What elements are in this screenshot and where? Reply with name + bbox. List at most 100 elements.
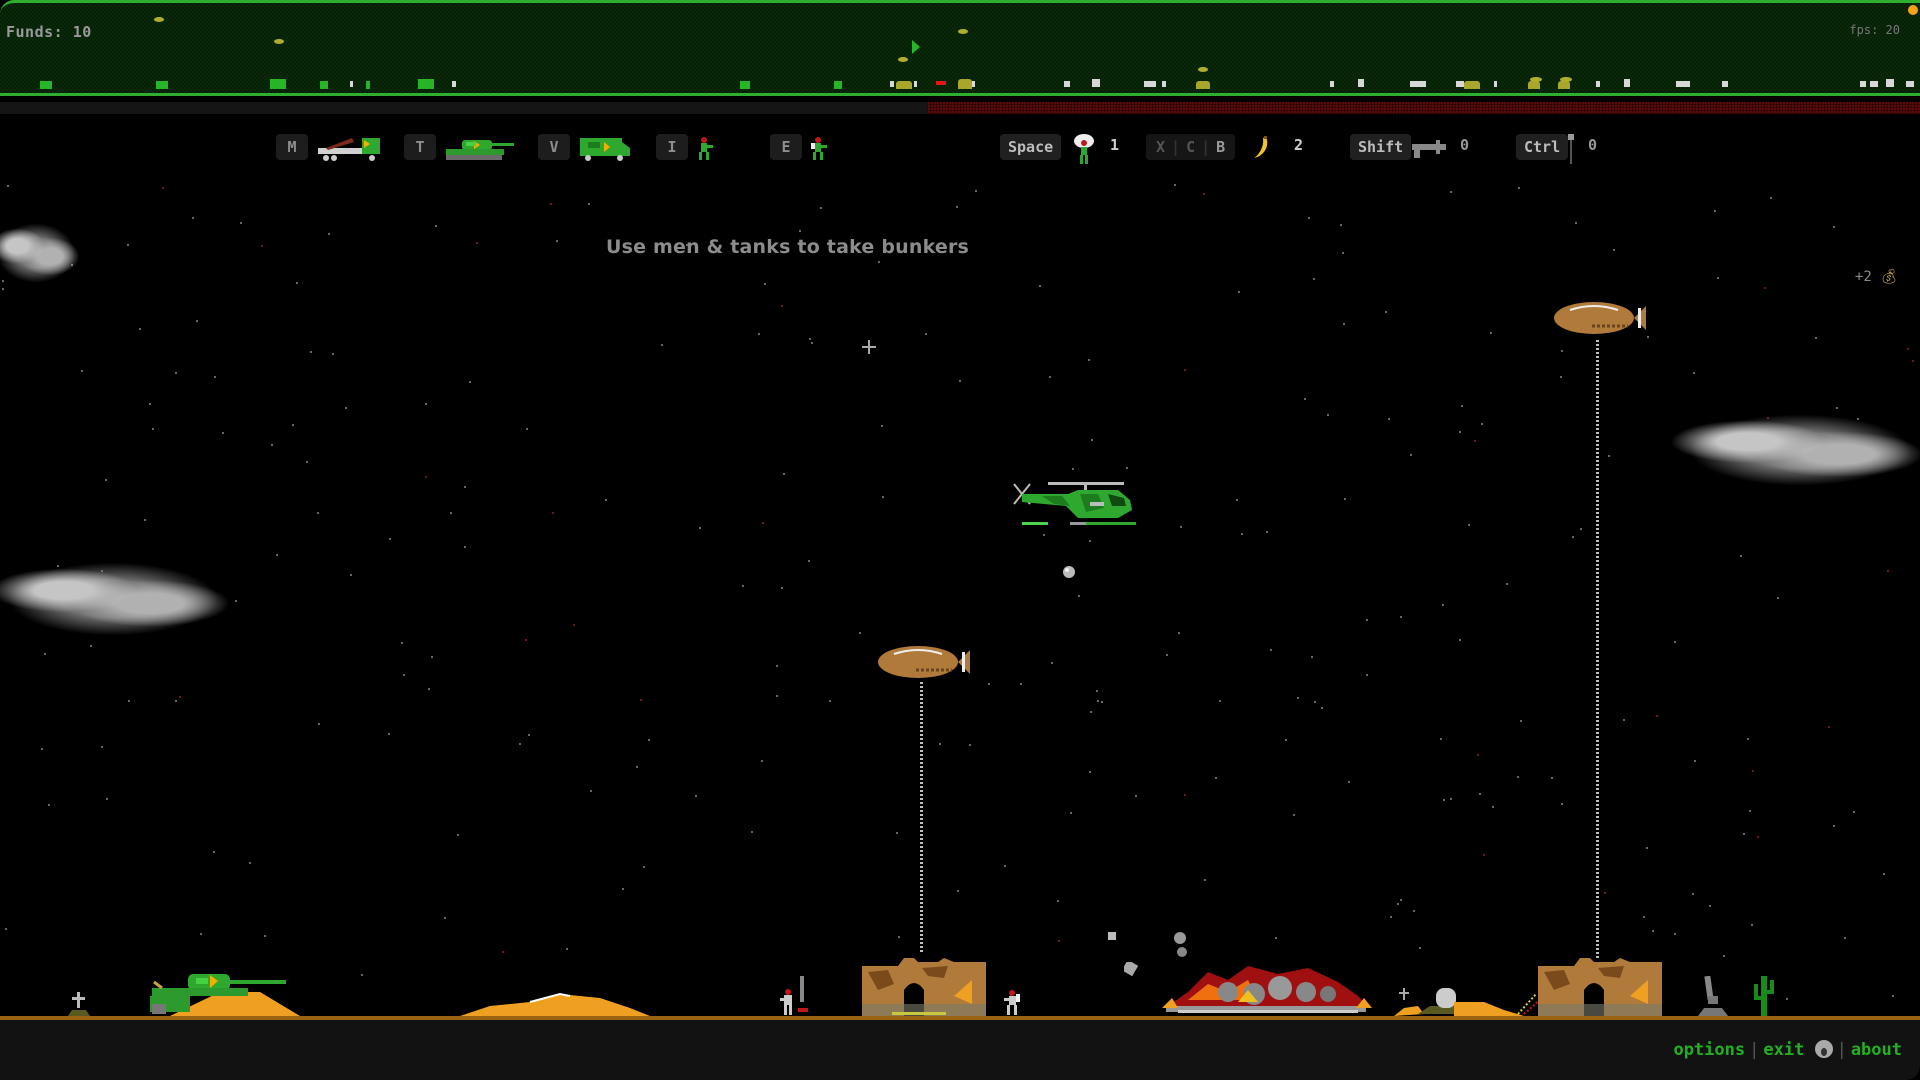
- build-engineer-key[interactable]: E: [770, 134, 802, 160]
- star: [144, 519, 146, 521]
- cactus: [1754, 976, 1774, 1016]
- star: [1481, 423, 1483, 425]
- options-link[interactable]: options: [1673, 1040, 1745, 1060]
- bomb-key-c[interactable]: C: [1186, 138, 1195, 156]
- star: [1892, 995, 1894, 997]
- radar-blip: [1560, 77, 1572, 82]
- star: [1692, 893, 1694, 895]
- star: [1400, 616, 1402, 618]
- star: [1517, 776, 1519, 778]
- star: [1340, 224, 1342, 226]
- star: [1049, 376, 1051, 378]
- star: [781, 305, 783, 307]
- star: [1342, 252, 1344, 254]
- star: [457, 834, 459, 836]
- star: [1327, 414, 1329, 416]
- bomb-keys[interactable]: X | C | B: [1146, 134, 1236, 160]
- build-tank-key[interactable]: T: [404, 134, 436, 160]
- star: [1887, 570, 1889, 572]
- tank-icon[interactable]: [444, 134, 516, 164]
- engineer-icon[interactable]: [808, 134, 828, 164]
- enemy-bunker[interactable]: [1534, 954, 1666, 1016]
- star: [1385, 311, 1387, 313]
- anti-aircraft-gun[interactable]: [1696, 976, 1730, 1016]
- star: [2, 288, 4, 290]
- star: [444, 917, 446, 919]
- star: [1219, 700, 1221, 702]
- radar-blip: [914, 81, 917, 87]
- star: [1096, 690, 1098, 692]
- about-link[interactable]: about: [1851, 1040, 1902, 1060]
- star: [1285, 739, 1287, 741]
- star: [1883, 873, 1885, 875]
- star: [401, 642, 403, 644]
- star: [1506, 583, 1508, 585]
- star: [249, 862, 251, 864]
- destroyed-vehicle-explosion: [1162, 966, 1372, 1013]
- player-helicopter[interactable]: [1008, 478, 1136, 530]
- build-van-key[interactable]: V: [538, 134, 570, 160]
- star: [622, 888, 624, 890]
- bomb-key-b[interactable]: B: [1216, 138, 1225, 156]
- screaming-face-icon: [1814, 1040, 1833, 1058]
- build-infantry-key[interactable]: I: [656, 134, 688, 160]
- star: [276, 554, 278, 556]
- star: [1051, 662, 1053, 664]
- enemy-soldier[interactable]: [1002, 990, 1026, 1016]
- radar-blip: [1092, 79, 1100, 87]
- bomb-key-x[interactable]: X: [1156, 138, 1165, 156]
- footer-links: options | exit | about: [1673, 1040, 1902, 1060]
- player-tank[interactable]: [140, 970, 310, 1016]
- star: [240, 222, 242, 224]
- missile-launcher-icon[interactable]: [316, 134, 384, 164]
- enemy-balloon[interactable]: [876, 640, 974, 680]
- fps-counter: fps: 20: [1849, 23, 1900, 37]
- cloud: [0, 218, 82, 288]
- star: [1490, 332, 1492, 334]
- enemy-soldier[interactable]: [776, 974, 820, 1016]
- star: [1656, 715, 1658, 717]
- star: [1853, 811, 1855, 813]
- star: [1184, 369, 1186, 371]
- star: [1078, 595, 1080, 597]
- enemy-bunker[interactable]: [858, 954, 990, 1016]
- star: [1580, 528, 1582, 530]
- star: [556, 240, 558, 242]
- star: [310, 351, 312, 353]
- star: [1749, 810, 1751, 812]
- infantry-icon[interactable]: [694, 134, 714, 164]
- star: [388, 733, 390, 735]
- van-icon[interactable]: [578, 134, 634, 164]
- smart-missile-key[interactable]: Shift: [1350, 134, 1412, 160]
- star: [149, 403, 151, 405]
- radar-blip: [418, 79, 434, 89]
- enemy-balloon[interactable]: [1552, 296, 1650, 336]
- star: [1020, 683, 1022, 685]
- star: [1057, 900, 1059, 902]
- star: [1090, 711, 1092, 713]
- radar-blip: [740, 81, 750, 89]
- star: [1440, 738, 1442, 740]
- star: [1388, 418, 1390, 420]
- separator: |: [1749, 1040, 1760, 1060]
- exit-link[interactable]: exit: [1763, 1040, 1804, 1060]
- star: [762, 522, 764, 524]
- star: [264, 935, 266, 937]
- star: [859, 632, 861, 634]
- build-missile-launcher-key[interactable]: M: [276, 134, 308, 160]
- debris: [1124, 962, 1138, 976]
- star: [1723, 955, 1725, 957]
- radar-blip: [1722, 81, 1728, 87]
- paratrooper-key[interactable]: Space: [1000, 134, 1062, 160]
- star: [1088, 359, 1090, 361]
- star: [41, 748, 43, 750]
- separator: |: [1836, 1040, 1847, 1060]
- star: [1743, 833, 1745, 835]
- star: [1275, 937, 1277, 939]
- money-bag-icon: 💰︎: [1880, 269, 1898, 285]
- radar-blip: [1198, 67, 1208, 72]
- parachute-infantry-key[interactable]: Ctrl: [1516, 134, 1569, 160]
- radar-blip: [1624, 79, 1630, 87]
- star: [519, 743, 521, 745]
- star: [1097, 700, 1099, 702]
